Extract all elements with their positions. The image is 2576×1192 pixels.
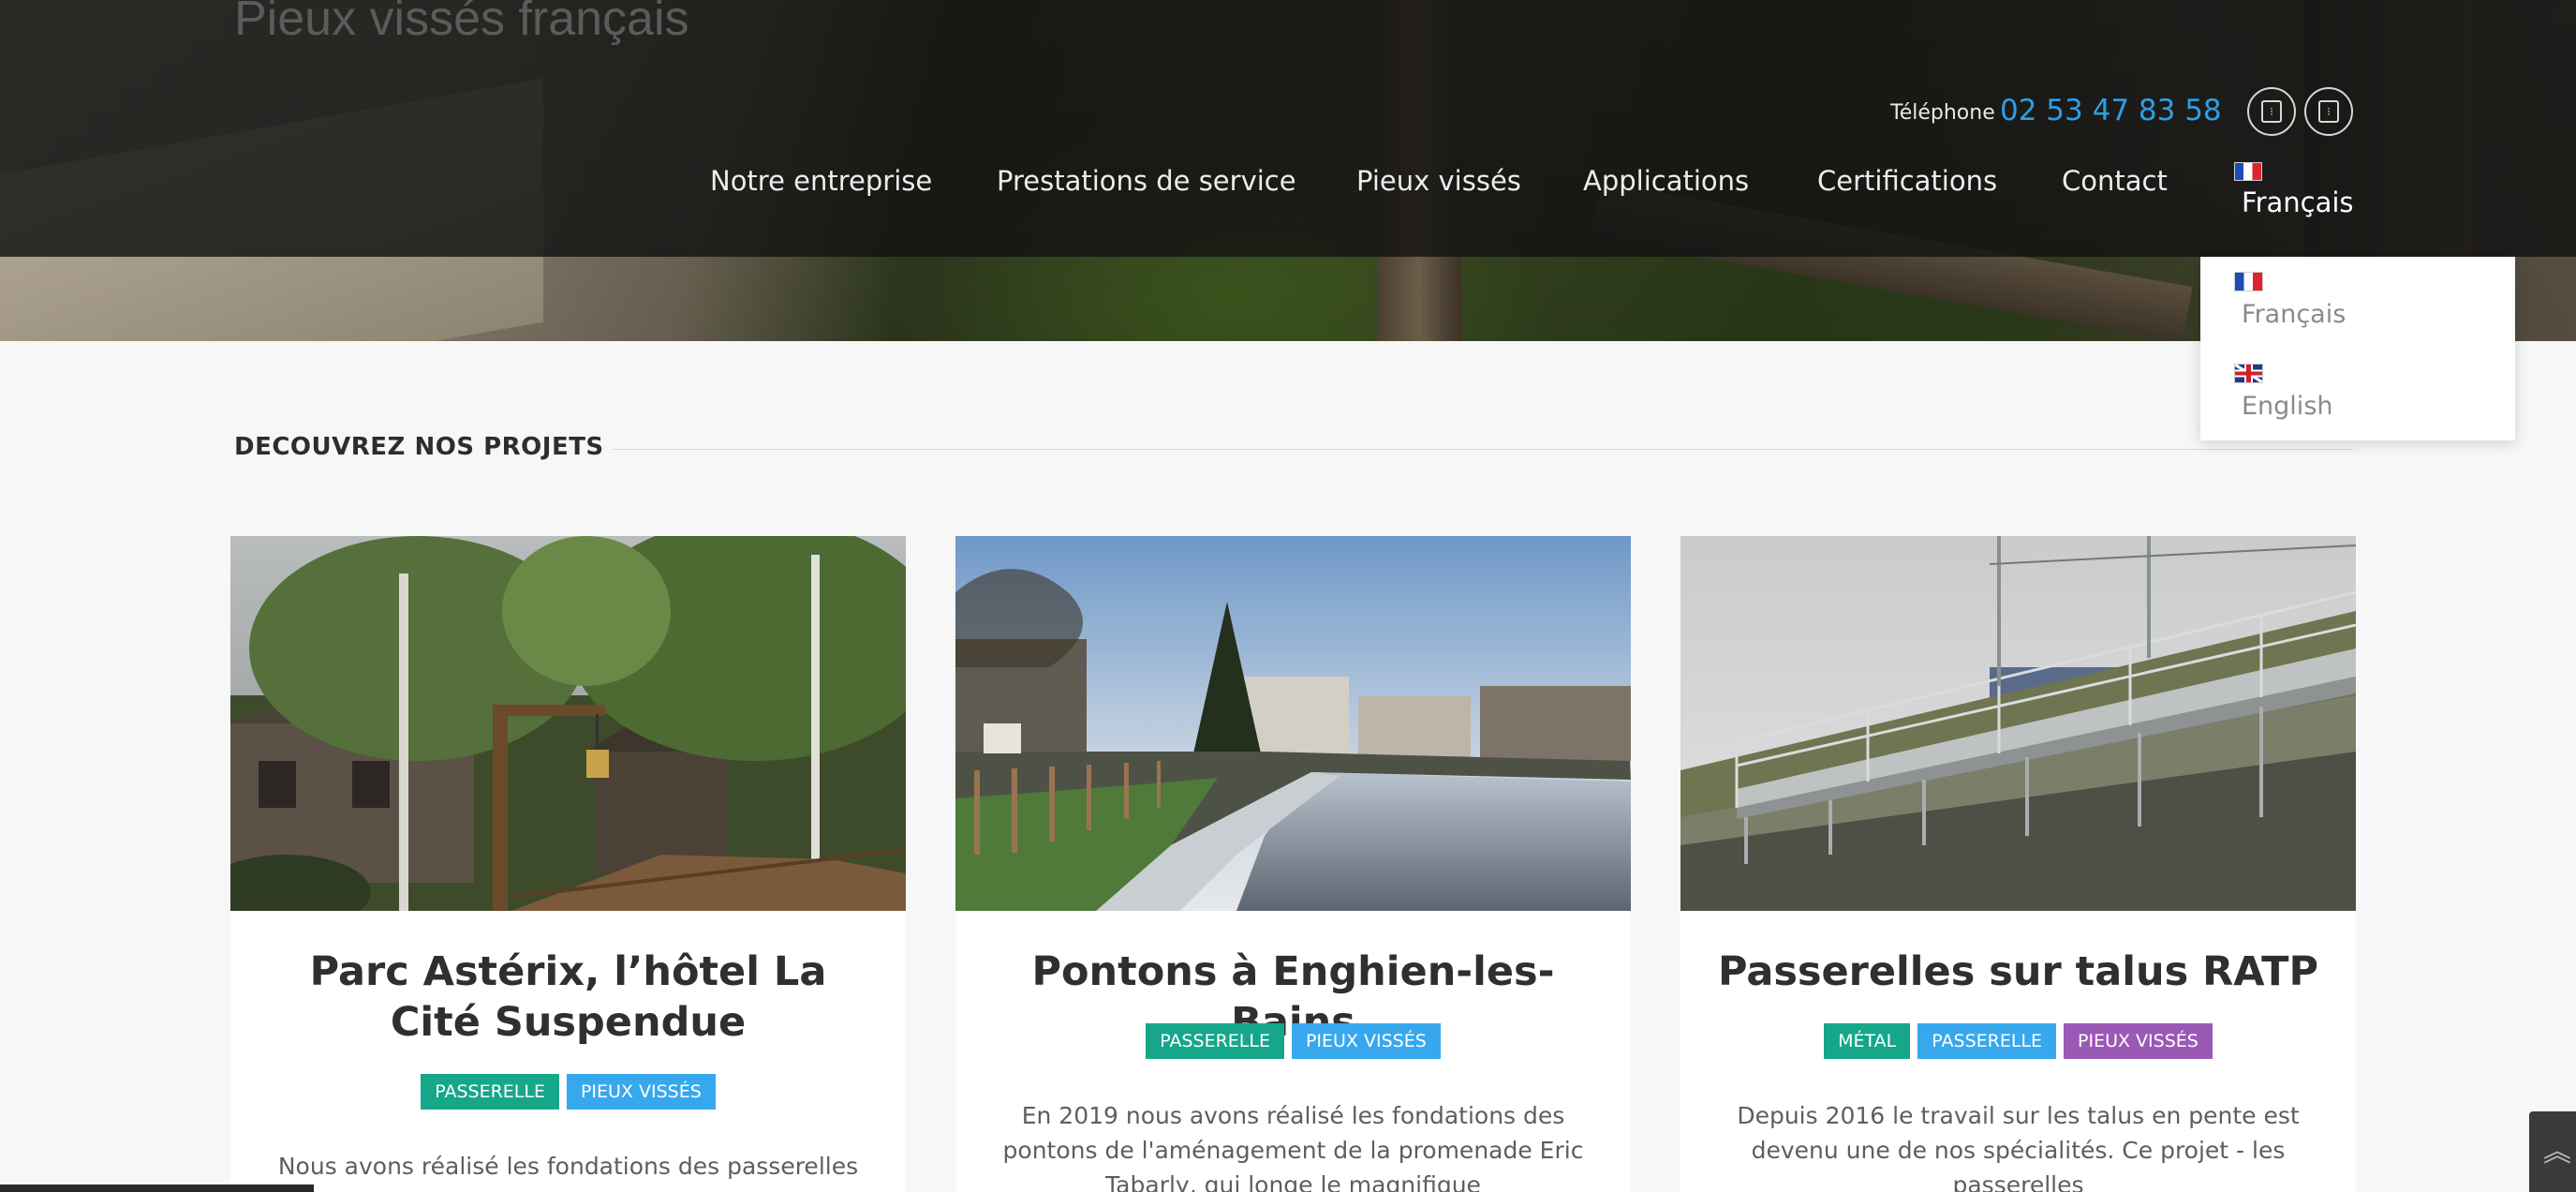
project-title[interactable]: Passerelles sur talus RATP bbox=[1709, 946, 2328, 997]
project-tags: MÉTAL PASSERELLE PIEUX VISSÉS bbox=[1680, 1023, 2356, 1059]
project-photo-ratp[interactable] bbox=[1680, 536, 2356, 911]
language-option-francais[interactable]: Français bbox=[2234, 272, 2346, 329]
nav-item-prestations[interactable]: Prestations de service bbox=[997, 165, 1296, 197]
nav-item-contact[interactable]: Contact bbox=[2062, 165, 2168, 197]
project-excerpt: Nous avons réalisé les fondations des pa… bbox=[277, 1153, 859, 1192]
project-photo-image bbox=[1680, 536, 2356, 911]
social-button-2[interactable]: ⁝ bbox=[2304, 87, 2353, 136]
tag-passerelle[interactable]: PASSERELLE bbox=[1917, 1023, 2057, 1059]
social-button-1[interactable]: ⁝ bbox=[2247, 87, 2296, 136]
nav-item-certifications[interactable]: Certifications bbox=[1817, 165, 1997, 197]
language-option-label: Français bbox=[2242, 300, 2347, 329]
flag-fr-icon bbox=[2234, 162, 2262, 181]
bottom-bar bbox=[0, 1185, 314, 1192]
tag-passerelle[interactable]: PASSERELLE bbox=[421, 1074, 559, 1110]
nav-item-notre-entreprise[interactable]: Notre entreprise bbox=[710, 165, 932, 197]
language-option-label: English bbox=[2242, 392, 2333, 421]
section-heading: DECOUVREZ NOS PROJETS bbox=[234, 433, 604, 461]
flag-uk-icon bbox=[2234, 364, 2263, 383]
project-excerpt: Depuis 2016 le travail sur les talus en … bbox=[1737, 1102, 2300, 1192]
site-title[interactable]: Pieux vissés français bbox=[234, 0, 689, 47]
tag-pieux-visses[interactable]: PIEUX VISSÉS bbox=[566, 1074, 716, 1110]
project-excerpt: En 2019 nous avons réalisé les fondation… bbox=[1002, 1102, 1584, 1192]
nav-item-applications[interactable]: Applications bbox=[1583, 165, 1749, 197]
double-chevron-up-icon: ︽ bbox=[2543, 1136, 2571, 1169]
project-photo-enghien[interactable] bbox=[955, 536, 1631, 911]
language-option-english[interactable]: English bbox=[2234, 364, 2333, 421]
language-switcher[interactable]: Français bbox=[2234, 162, 2354, 218]
project-card[interactable]: Parc Astérix, l’hôtel La Cité Suspendue … bbox=[230, 536, 906, 1192]
tag-metal[interactable]: MÉTAL bbox=[1824, 1023, 1911, 1059]
project-photo-parc-asterix[interactable] bbox=[230, 536, 906, 911]
language-dropdown: Français English bbox=[2200, 257, 2515, 440]
tag-passerelle[interactable]: PASSERELLE bbox=[1146, 1023, 1284, 1059]
phone-number-link[interactable]: 02 53 47 83 58 bbox=[2000, 94, 2222, 127]
phone-label: Téléphone bbox=[1890, 101, 1995, 125]
project-card[interactable]: Pontons à Enghien-les-Bains PASSERELLE P… bbox=[955, 536, 1631, 1192]
current-language-label: Français bbox=[2242, 186, 2354, 218]
project-tags: PASSERELLE PIEUX VISSÉS bbox=[955, 1023, 1631, 1059]
scroll-to-top-button[interactable]: ︽ bbox=[2529, 1111, 2576, 1192]
project-tags: PASSERELLE PIEUX VISSÉS bbox=[230, 1074, 906, 1110]
project-card[interactable]: Passerelles sur talus RATP MÉTAL PASSERE… bbox=[1680, 536, 2356, 1192]
social-square-icon: ⁝ bbox=[2261, 100, 2282, 123]
tag-pieux-visses[interactable]: PIEUX VISSÉS bbox=[1291, 1023, 1441, 1059]
site-header: Pieux vissés français Téléphone 02 53 47… bbox=[0, 0, 2576, 257]
tag-pieux-visses[interactable]: PIEUX VISSÉS bbox=[2064, 1023, 2213, 1059]
section-divider bbox=[613, 449, 2353, 450]
project-photo-image bbox=[230, 536, 906, 911]
social-square-icon: ⁝ bbox=[2318, 100, 2339, 123]
project-title[interactable]: Parc Astérix, l’hôtel La Cité Suspendue bbox=[259, 946, 878, 1048]
project-photo-image bbox=[955, 536, 1631, 911]
flag-fr-icon bbox=[2234, 272, 2263, 291]
nav-item-pieux-visses[interactable]: Pieux vissés bbox=[1356, 165, 1521, 197]
